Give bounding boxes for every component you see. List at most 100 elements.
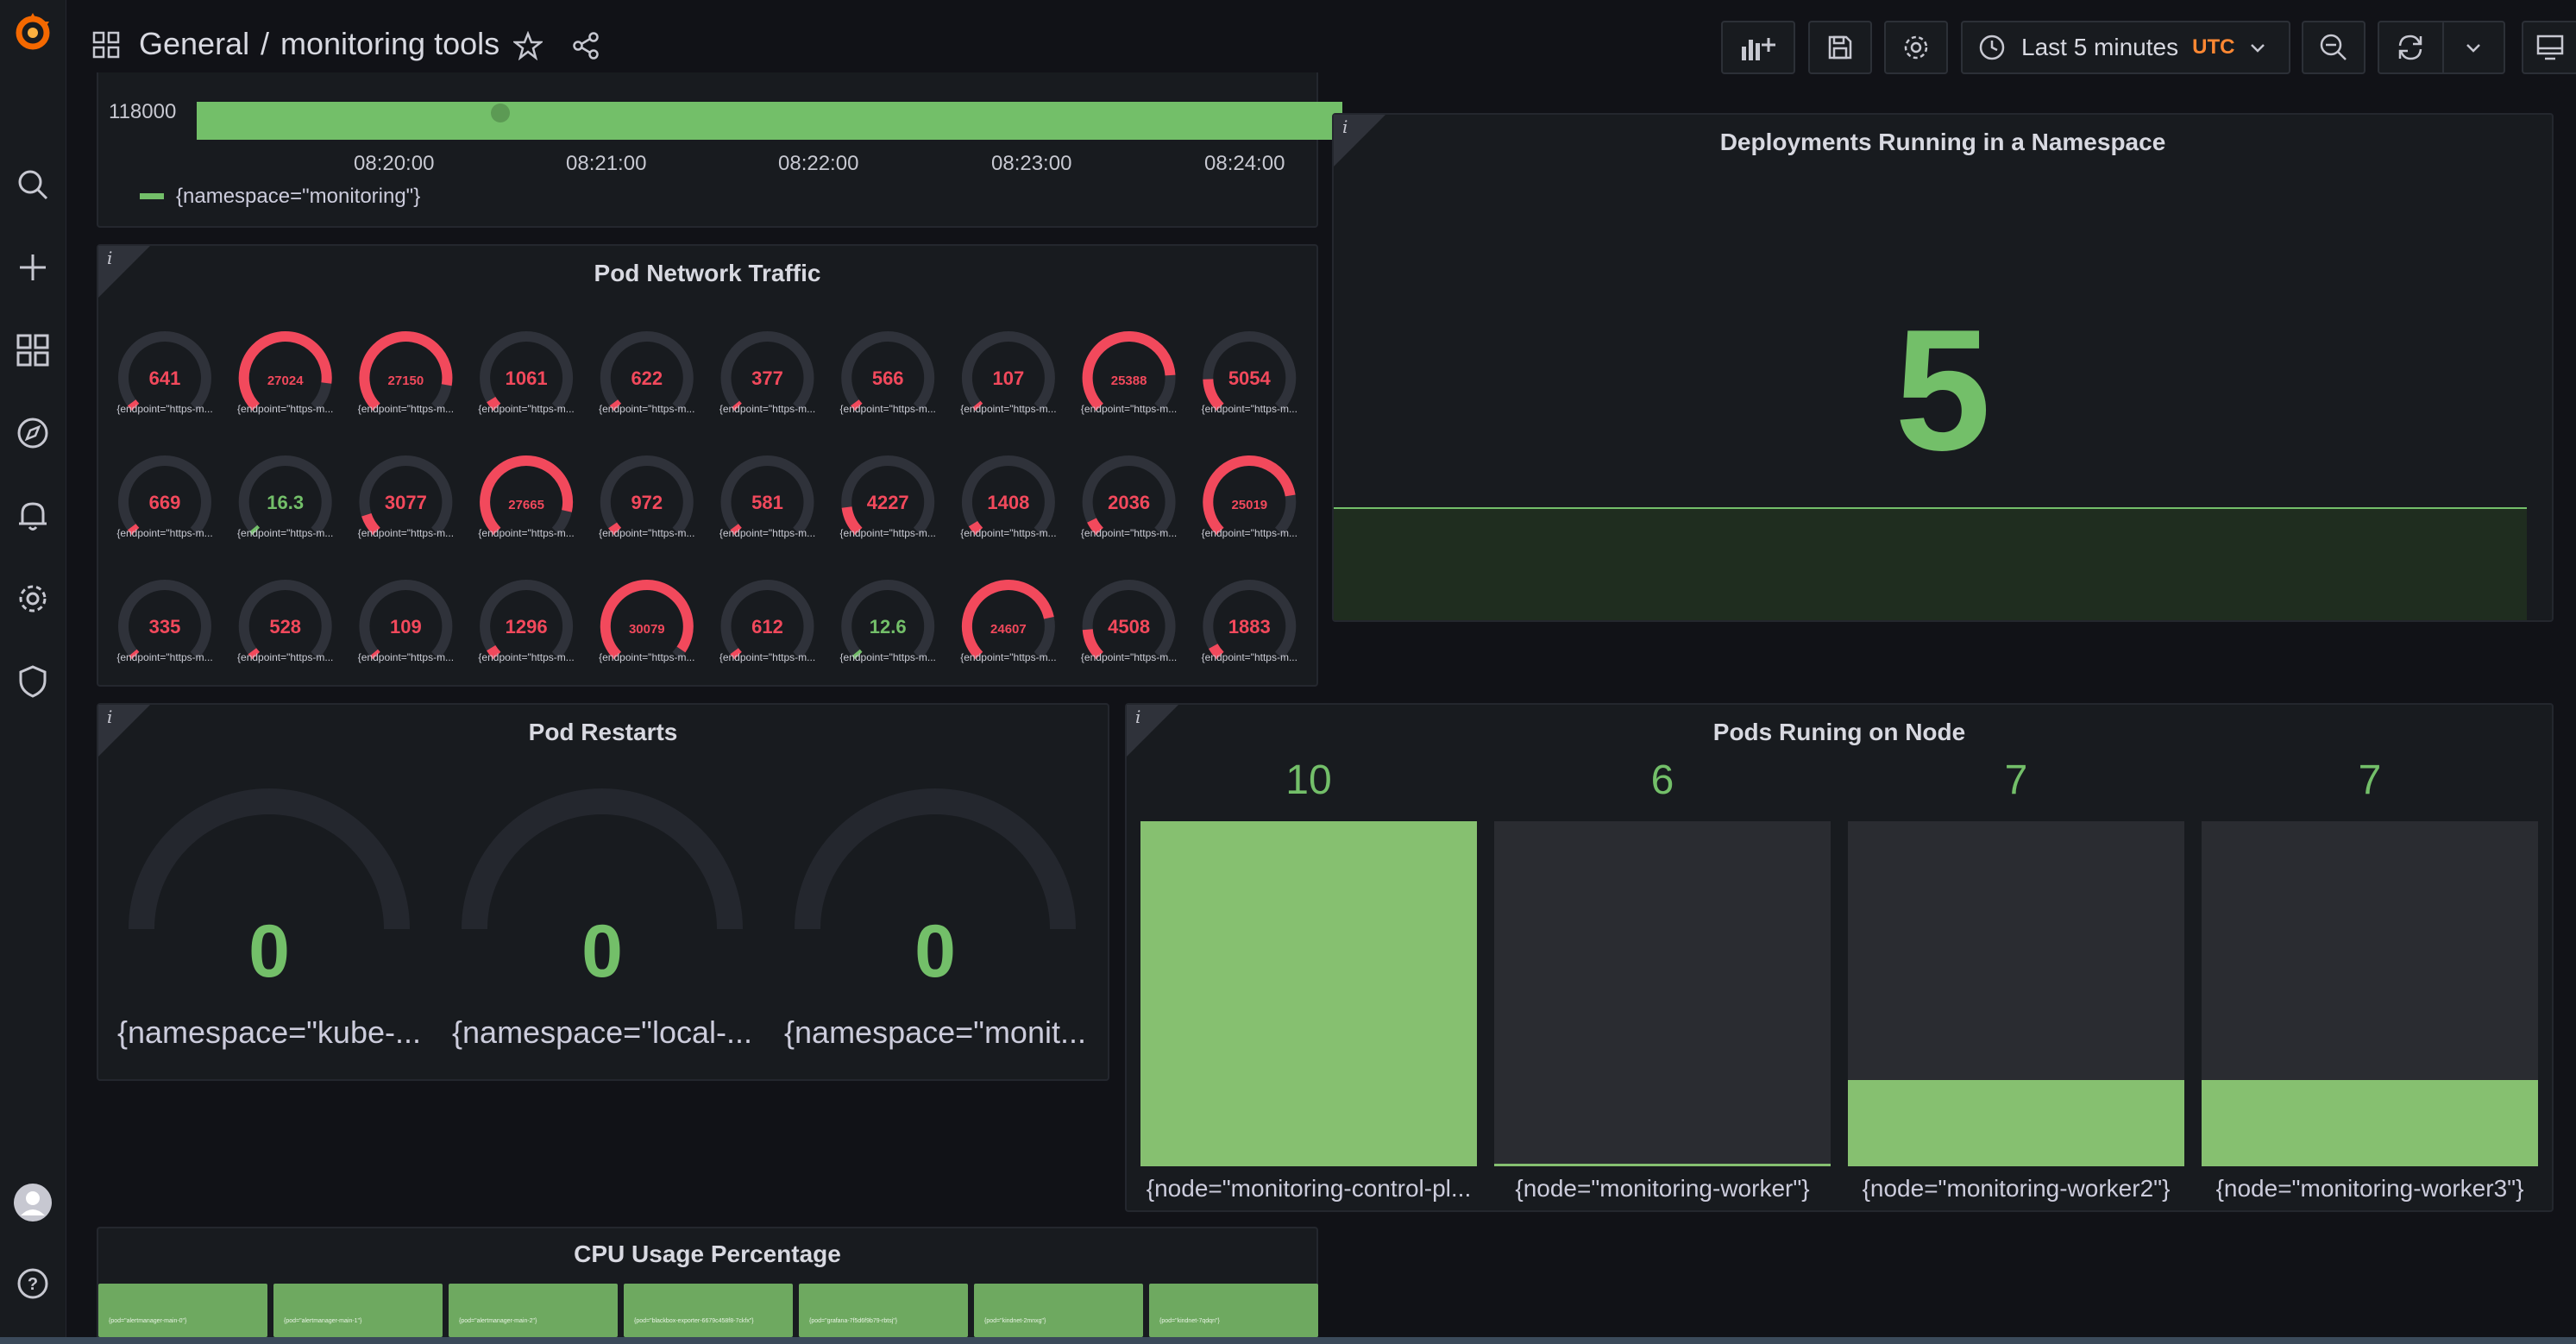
gauge-value: 25019 [1231, 498, 1267, 512]
dashboard-settings-button[interactable] [1884, 21, 1948, 74]
pod-network-traffic-panel: i Pod Network Traffic 641 {endpoint="http… [97, 244, 1318, 687]
save-dashboard-button[interactable] [1808, 21, 1872, 74]
restart-label: {namespace="monit... [784, 1014, 1086, 1050]
gauge-fill [1203, 455, 1296, 536]
node-bar-value: 7 [2358, 757, 2382, 803]
gauge-value: 641 [149, 367, 181, 389]
gauge-label: {endpoint="https-m... [478, 651, 574, 663]
gauge-label: {endpoint="https-m... [599, 403, 694, 415]
node-bar-value: 6 [1650, 757, 1674, 803]
gauge-fill [480, 455, 574, 536]
zoom-out-button[interactable] [2302, 21, 2366, 74]
x-axis-tick: 08:24:00 [1204, 152, 1285, 175]
deployments-panel: i Deployments Running in a Namespace 5 [1332, 113, 2554, 622]
breadcrumb-folder[interactable]: General [139, 26, 249, 62]
share-icon[interactable] [571, 31, 600, 65]
panel-title[interactable]: CPU Usage Percentage [98, 1240, 1316, 1268]
gauge-value: 16.3 [267, 492, 304, 513]
gauge-value: 3077 [385, 492, 427, 513]
grafana-logo-icon[interactable] [10, 10, 55, 55]
dashboards-grid-icon[interactable] [10, 328, 55, 373]
gauge-value: 612 [751, 616, 783, 637]
gauge-value: 1296 [506, 616, 548, 637]
gauge-label: {endpoint="https-m... [960, 403, 1056, 415]
timeseries-area [197, 102, 1342, 140]
gauge-value: 2036 [1108, 492, 1150, 513]
node-bar-label: {node="monitoring-worker2"} [1862, 1175, 2171, 1202]
cpu-tile-label: {pod="alertmanager-main-1"} [284, 1318, 362, 1324]
search-icon[interactable] [10, 162, 55, 207]
node-bar-fill [2202, 1080, 2538, 1166]
plus-icon[interactable] [10, 245, 55, 290]
dashboards-grid-icon [92, 31, 120, 63]
x-axis-tick: 08:22:00 [778, 152, 859, 175]
gauge-fill [238, 331, 332, 411]
refresh-button[interactable] [2378, 21, 2505, 74]
gauge-value: 1061 [506, 367, 548, 389]
gauge-label: {endpoint="https-m... [1202, 403, 1297, 415]
refresh-dashboard[interactable] [2379, 33, 2442, 62]
sparkline-area [1334, 507, 2527, 620]
gauge-label: {endpoint="https-m... [358, 527, 454, 539]
gauge-value: 377 [751, 367, 783, 389]
gauge-value: 566 [872, 367, 904, 389]
gauge-label: {endpoint="https-m... [237, 527, 333, 539]
gauge-value: 27665 [508, 498, 544, 512]
compass-icon[interactable] [10, 411, 55, 455]
pod-restarts-panel: i Pod Restarts 0 {namespace="kube-... 0 {na… [97, 703, 1109, 1081]
cpu-tile: {pod="grafana-7f5d6f9b79-rbtsj"} [799, 1284, 968, 1337]
node-bar-value: 10 [1285, 757, 1332, 803]
gauge-label: {endpoint="https-m... [840, 651, 936, 663]
breadcrumb-separator: / [261, 26, 270, 61]
gauge-value: 4508 [1108, 616, 1150, 637]
svg-text:?: ? [28, 1275, 38, 1294]
gauge-label: {endpoint="https-m... [960, 651, 1056, 663]
cpu-tile: {pod="blackbox-exporter-6679c458f8-7ckfx… [624, 1284, 793, 1337]
help-icon[interactable]: ? [10, 1261, 55, 1306]
refresh-icon [2399, 35, 2422, 60]
panel-title[interactable]: Deployments Running in a Namespace [1334, 129, 2552, 156]
node-bar-fill [1494, 1164, 1831, 1166]
restart-label: {namespace="local-... [452, 1014, 752, 1050]
legend-item[interactable]: {namespace="monitoring"} [176, 185, 420, 209]
gauge-value: 5054 [1228, 367, 1272, 389]
gauge-value: 528 [269, 616, 301, 637]
clock-icon [1979, 35, 2005, 60]
restart-gauges: 0 {namespace="kube-... 0 {namespace="local-… [98, 705, 1108, 1079]
gauge-value: 27024 [267, 374, 304, 388]
node-bars: 10 {node="monitoring-control-pl... 6 {node=… [1127, 705, 2552, 1210]
refresh-interval-dropdown[interactable] [2444, 38, 2504, 57]
shield-icon[interactable] [10, 659, 55, 704]
gauge-label: {endpoint="https-m... [840, 403, 936, 415]
cpu-tile-label: {pod="alertmanager-main-2"} [459, 1318, 537, 1324]
timeseries-point [491, 104, 510, 122]
restart-gauge-svg: 0 {namespace="kube-... 0 {namespace="local-… [117, 788, 1086, 1050]
bell-icon[interactable] [10, 493, 55, 538]
cpu-tile-label: {pod="blackbox-exporter-6679c458f8-7ckfx… [634, 1318, 754, 1324]
cpu-tile-label: {pod="grafana-7f5d6f9b79-rbtsj"} [809, 1318, 898, 1324]
breadcrumb-dashboard[interactable]: monitoring tools [280, 26, 499, 62]
gauge-label: {endpoint="https-m... [237, 403, 333, 415]
cpu-tile-label: {pod="kindnet-2mnxg"} [984, 1318, 1046, 1324]
gauge-value: 24607 [990, 622, 1027, 637]
node-bar-label: {node="monitoring-control-pl... [1146, 1175, 1472, 1202]
chevron-down-icon [2251, 44, 2265, 53]
time-range-picker[interactable]: Last 5 minutes UTC [1961, 21, 2290, 74]
gauge-svg: 641 {endpoint="https-m... 27024 {endpoint="… [116, 331, 1297, 663]
gauge-value: 972 [631, 492, 663, 513]
tv-mode-button[interactable] [2522, 21, 2576, 74]
add-panel-button[interactable] [1721, 21, 1795, 74]
x-axis-tick: 08:23:00 [991, 152, 1072, 175]
gear-icon[interactable] [10, 576, 55, 621]
sidebar: ? [0, 0, 66, 1344]
star-icon[interactable] [512, 30, 544, 65]
gauge-value: 107 [993, 367, 1025, 389]
avatar-icon[interactable] [10, 1180, 55, 1225]
cpu-tile-label: {pod="alertmanager-main-0"} [109, 1318, 187, 1324]
gauge-label: {endpoint="https-m... [1081, 651, 1177, 663]
monitor-icon [2536, 35, 2564, 60]
add-panel-icon [1742, 38, 1775, 60]
cpu-tile-label: {pod="kindnet-7qdqn"} [1159, 1318, 1220, 1324]
cpu-tile: {pod="alertmanager-main-0"} [98, 1284, 267, 1337]
node-bar-fill [1848, 1080, 2184, 1166]
